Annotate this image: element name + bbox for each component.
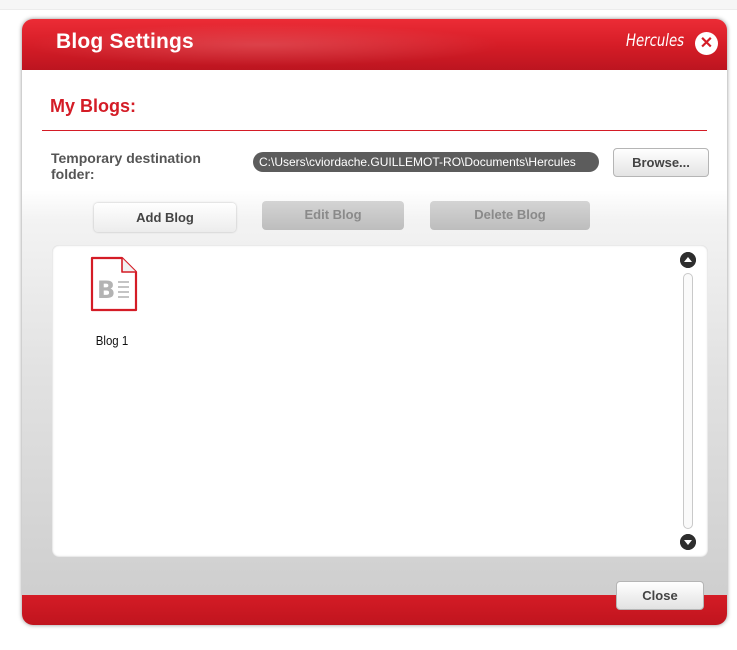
scrollbar-track[interactable] — [683, 273, 693, 529]
blog-list-item[interactable]: B Blog 1 — [80, 255, 144, 355]
add-blog-button[interactable]: Add Blog — [94, 203, 236, 232]
blog-item-label: Blog 1 — [95, 333, 129, 348]
title-bar[interactable]: Blog Settings Hercules ✕ — [22, 19, 727, 70]
delete-blog-button[interactable]: Delete Blog — [430, 201, 590, 230]
top-edge — [0, 0, 737, 10]
svg-text:B: B — [97, 276, 115, 304]
blog-settings-dialog: Blog Settings Hercules ✕ My Blogs: Tempo… — [22, 19, 727, 625]
hercules-logo: Hercules — [626, 31, 685, 51]
destination-folder-label: Temporary destination folder: — [51, 150, 201, 182]
scroll-up-icon[interactable] — [680, 252, 696, 268]
browse-button[interactable]: Browse... — [613, 148, 709, 177]
scroll-down-icon[interactable] — [680, 534, 696, 550]
dialog-title: Blog Settings — [56, 30, 194, 53]
destination-folder-field[interactable]: C:\Users\cviordache.GUILLEMOT-RO\Documen… — [253, 152, 599, 172]
close-button[interactable]: Close — [616, 581, 704, 610]
close-icon[interactable]: ✕ — [695, 32, 718, 55]
settings-panel: My Blogs: Temporary destination folder: … — [22, 70, 727, 595]
my-blogs-heading: My Blogs: — [50, 96, 137, 116]
blog-list[interactable]: B Blog 1 — [52, 245, 708, 557]
section-divider — [42, 130, 707, 131]
blog-document-icon: B — [90, 256, 138, 312]
edit-blog-button[interactable]: Edit Blog — [262, 201, 404, 230]
